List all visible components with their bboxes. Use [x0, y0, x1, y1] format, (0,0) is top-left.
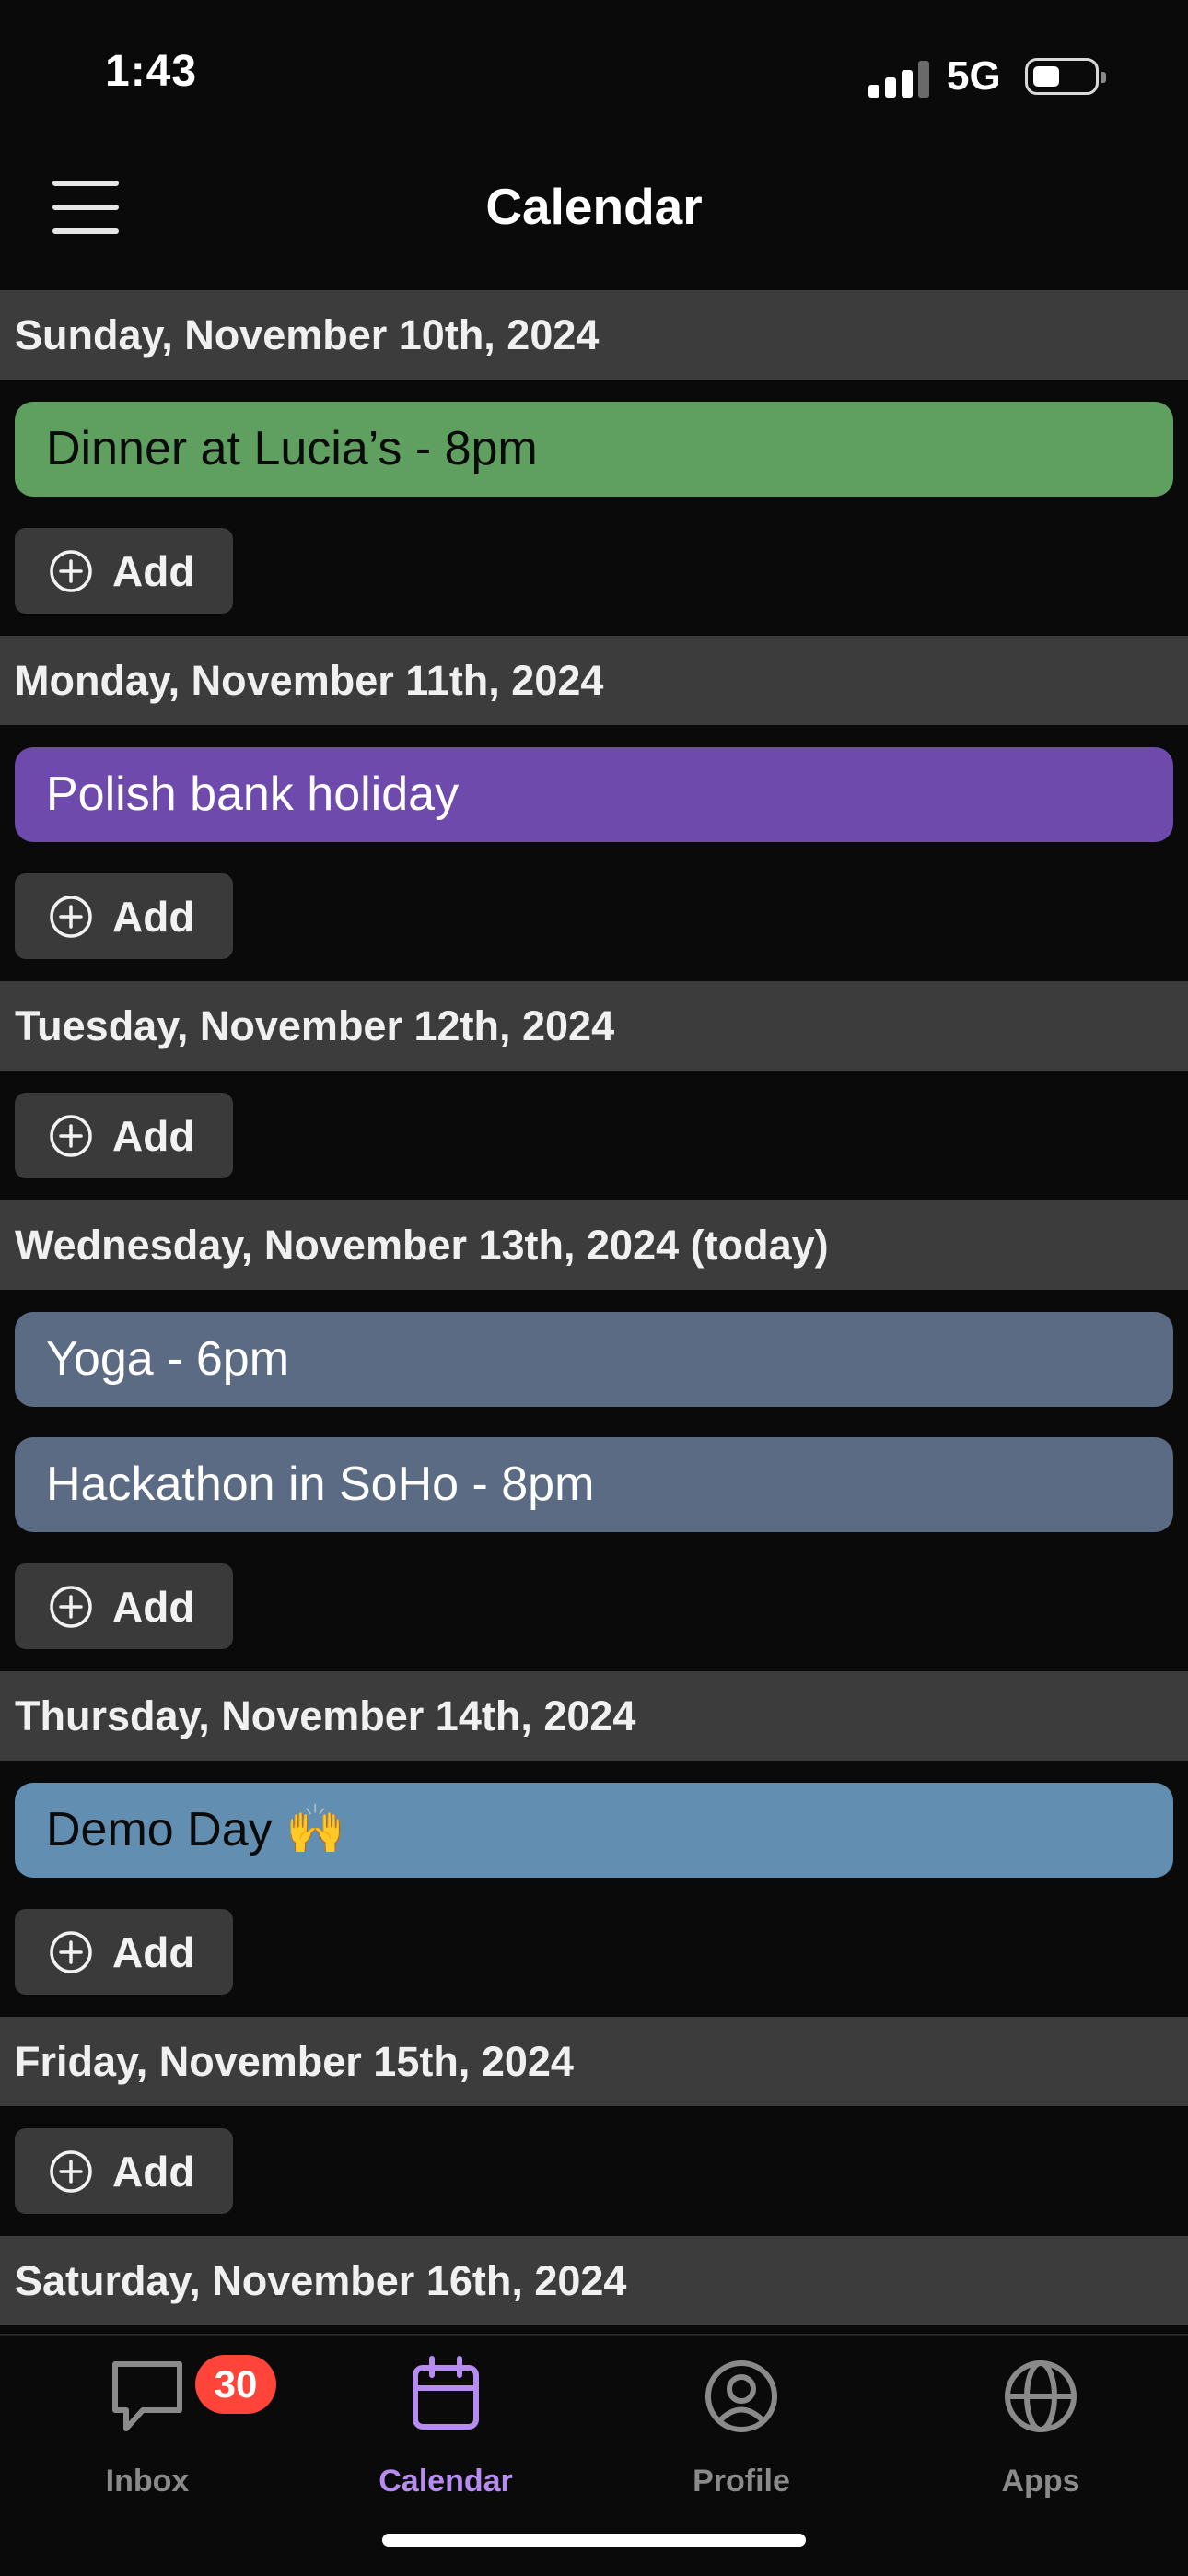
tab-label: Apps: [1001, 2464, 1080, 2499]
tab-calendar[interactable]: Calendar: [335, 2355, 556, 2512]
add-event-button[interactable]: Add: [15, 1909, 233, 1995]
day-header: Wednesday, November 13th, 2024 (today): [0, 1200, 1188, 1290]
home-indicator: [382, 2534, 806, 2547]
plus-circle-icon: [50, 1114, 92, 1157]
tab-profile[interactable]: Profile: [631, 2355, 852, 2512]
day-header: Sunday, November 10th, 2024: [0, 290, 1188, 380]
day-header: Friday, November 15th, 2024: [0, 2017, 1188, 2106]
day-header: Monday, November 11th, 2024: [0, 636, 1188, 725]
calendar-icon: [413, 2356, 479, 2430]
add-label: Add: [112, 892, 195, 941]
page-title: Calendar: [485, 178, 703, 235]
plus-circle-icon: [50, 895, 92, 938]
day-header: Tuesday, November 12th, 2024: [0, 981, 1188, 1071]
add-event-button[interactable]: Add: [15, 873, 233, 959]
add-event-button[interactable]: Add: [15, 1563, 233, 1649]
add-event-button[interactable]: Add: [15, 528, 233, 614]
add-label: Add: [112, 1582, 195, 1631]
event-card[interactable]: Demo Day 🙌: [15, 1783, 1173, 1878]
battery-icon: [1025, 58, 1106, 95]
day-header: Thursday, November 14th, 2024: [0, 1671, 1188, 1761]
tab-label: Profile: [693, 2464, 790, 2499]
event-card[interactable]: Yoga - 6pm: [15, 1312, 1173, 1407]
add-event-button[interactable]: Add: [15, 1093, 233, 1178]
status-time: 1:43: [105, 47, 198, 96]
add-label: Add: [112, 546, 195, 595]
add-event-button[interactable]: Add: [15, 2128, 233, 2214]
plus-circle-icon: [50, 549, 92, 592]
tab-apps[interactable]: Apps: [930, 2355, 1151, 2512]
unread-badge: 30: [195, 2355, 276, 2414]
plus-circle-icon: [50, 1585, 92, 1628]
app-header: Calendar: [0, 138, 1188, 290]
calendar-list[interactable]: Sunday, November 10th, 2024 Dinner at Luc…: [0, 290, 1188, 2334]
day-header: Saturday, November 16th, 2024: [0, 2236, 1188, 2325]
add-label: Add: [112, 1111, 195, 1160]
network-type: 5G: [947, 53, 1001, 99]
tab-inbox[interactable]: 30 Inbox: [37, 2355, 276, 2512]
globe-icon: [1005, 2360, 1077, 2432]
event-card[interactable]: Polish bank holiday: [15, 747, 1173, 842]
plus-circle-icon: [50, 1930, 92, 1973]
person-circle-icon: [705, 2360, 777, 2432]
event-card[interactable]: Dinner at Lucia’s - 8pm: [15, 402, 1173, 497]
plus-circle-icon: [50, 2149, 92, 2193]
event-card[interactable]: Hackathon in SoHo - 8pm: [15, 1437, 1173, 1532]
status-bar: 1:43 5G: [0, 0, 1188, 138]
add-label: Add: [112, 1927, 195, 1976]
tab-label: Inbox: [105, 2464, 190, 2499]
tab-label: Calendar: [379, 2464, 513, 2499]
chat-bubble-icon: [112, 2361, 182, 2431]
cellular-signal-icon: [868, 61, 929, 98]
add-label: Add: [112, 2147, 195, 2195]
